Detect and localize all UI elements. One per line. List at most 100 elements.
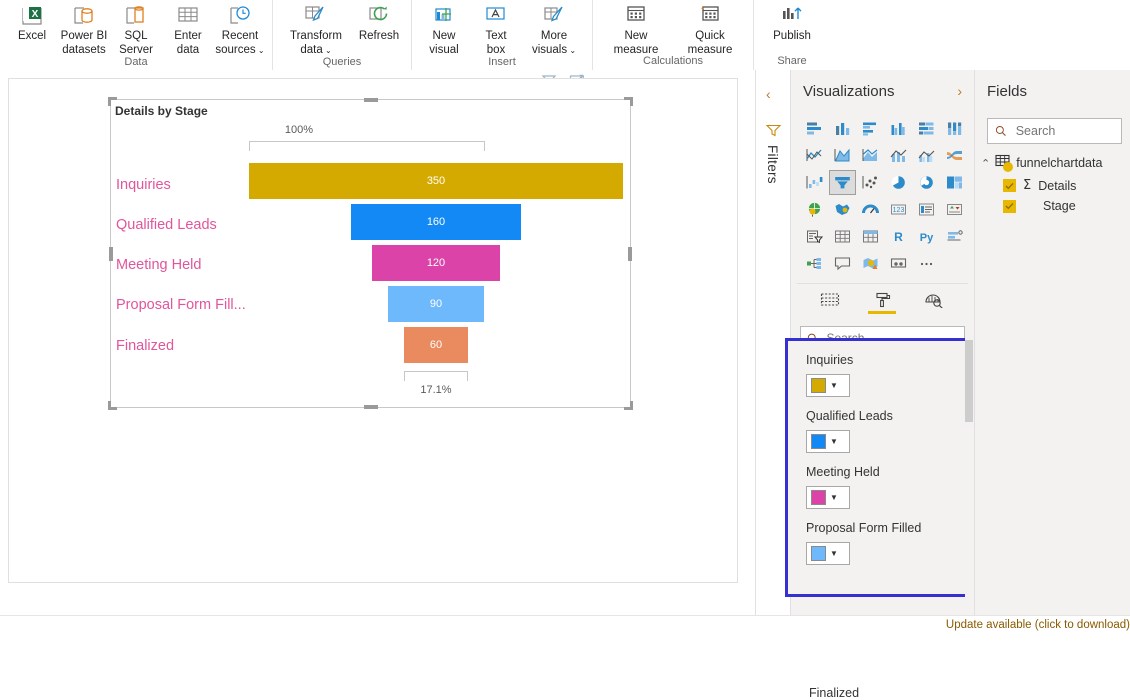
waterfall-chart-icon[interactable] — [801, 170, 828, 195]
update-available-link[interactable]: Update available (click to download) — [946, 619, 1130, 631]
funnel-bar-3[interactable]: 90 — [388, 286, 484, 322]
canvas-area[interactable]: Details by Stage 100% Inquiries Qualifie… — [0, 70, 755, 615]
new-measure-button[interactable]: New measure — [599, 1, 673, 56]
more-visuals-ellipsis-icon[interactable] — [913, 251, 940, 276]
color-picker-meeting-held[interactable]: ▼ — [806, 486, 850, 509]
chevron-down-icon[interactable]: ⌄ — [323, 46, 332, 55]
r-script-visual-icon[interactable]: R — [885, 224, 912, 249]
funnel-bar-1[interactable]: 160 — [351, 204, 521, 240]
kpi-icon[interactable] — [941, 197, 968, 222]
refresh-button[interactable]: Refresh — [353, 1, 405, 55]
more-visuals-button[interactable]: More visuals ⌄ — [522, 1, 586, 57]
sql-server-button[interactable]: SQL Server — [110, 1, 162, 56]
funnel-chart-icon[interactable] — [829, 170, 856, 195]
report-page[interactable]: Details by Stage 100% Inquiries Qualifie… — [8, 78, 738, 583]
clustered-bar-chart-icon[interactable] — [857, 116, 884, 141]
format-pane-scroll-thumb[interactable] — [965, 340, 973, 422]
line-clustered-column-chart-icon[interactable] — [913, 143, 940, 168]
color-picker-qualified-leads[interactable]: ▼ — [806, 430, 850, 453]
pie-chart-icon[interactable] — [885, 170, 912, 195]
chevron-down-icon[interactable]: ⌄ — [567, 46, 576, 55]
enter-data-button[interactable]: Enter data — [162, 1, 214, 56]
transform-data-button[interactable]: Transform data ⌄ — [279, 1, 353, 57]
field-checkbox-stage[interactable] — [1003, 199, 1016, 213]
table-icon[interactable] — [829, 224, 856, 249]
card-icon[interactable]: 123 — [885, 197, 912, 222]
chevron-down-icon[interactable]: ▼ — [830, 549, 838, 558]
data-colors-section[interactable]: Inquiries ▼ Qualified Leads ▼ Meeting He… — [785, 338, 969, 597]
line-chart-icon[interactable] — [801, 143, 828, 168]
funnel-bar-2[interactable]: 120 — [372, 245, 500, 281]
new-visual-button[interactable]: New visual — [418, 1, 470, 56]
matrix-icon[interactable] — [857, 224, 884, 249]
100-stacked-column-chart-icon[interactable] — [941, 116, 968, 141]
format-pane-scrollbar[interactable] — [965, 332, 973, 602]
area-chart-icon[interactable] — [829, 143, 856, 168]
table-icon — [995, 154, 1014, 172]
treemap-icon[interactable] — [941, 170, 968, 195]
funnel-bar-4[interactable]: 60 — [404, 327, 468, 363]
chevron-up-icon[interactable]: ⌃ — [981, 157, 990, 170]
slicer-icon[interactable] — [801, 224, 828, 249]
chevron-down-icon[interactable]: ▼ — [830, 381, 838, 390]
status-bar: Update available (click to download) — [0, 615, 1130, 635]
chevron-left-icon[interactable]: ‹ — [766, 86, 771, 102]
text-box-button[interactable]: Text box — [470, 1, 522, 56]
fields-tab[interactable] — [815, 292, 845, 318]
fields-pane[interactable]: Fields ⌃ funnelchartdata Σ Details Stage — [975, 70, 1130, 615]
decomposition-tree-icon[interactable] — [801, 251, 828, 276]
gauge-icon[interactable] — [857, 197, 884, 222]
stacked-area-chart-icon[interactable] — [857, 143, 884, 168]
paginated-report-icon[interactable] — [885, 251, 912, 276]
qa-visual-icon[interactable] — [829, 251, 856, 276]
arcgis-map-icon[interactable] — [857, 251, 884, 276]
color-picker-proposal-form-filled[interactable]: ▼ — [806, 542, 850, 565]
resize-handle-ne[interactable] — [624, 97, 633, 106]
field-item-stage[interactable]: Stage — [975, 193, 1130, 213]
stacked-bar-chart-icon[interactable] — [801, 116, 828, 141]
100-stacked-bar-chart-icon[interactable] — [913, 116, 940, 141]
recent-sources-label-1: Recent — [221, 30, 259, 42]
scatter-chart-icon[interactable] — [857, 170, 884, 195]
powerbi-datasets-button[interactable]: Power BI datasets — [58, 1, 110, 56]
visualizations-pane[interactable]: Visualizations › 123 R Py Search Inquiri… — [785, 70, 975, 700]
filters-label[interactable]: Filters — [765, 145, 780, 184]
format-tab[interactable] — [867, 292, 897, 318]
analytics-tab[interactable] — [919, 292, 949, 318]
quick-measure-button[interactable]: Quick measure — [673, 1, 747, 56]
python-visual-icon[interactable]: Py — [913, 224, 940, 249]
fields-search-input[interactable] — [1013, 123, 1114, 139]
ribbon-chart-icon[interactable] — [941, 143, 968, 168]
transform-data-label-2-text: data — [300, 43, 323, 56]
filled-map-icon[interactable] — [829, 197, 856, 222]
chevron-down-icon[interactable]: ⌄ — [256, 46, 265, 55]
filter-funnel-icon[interactable] — [765, 122, 782, 141]
fields-search-box[interactable] — [987, 118, 1122, 144]
excel-button[interactable]: X Excel — [6, 1, 58, 55]
transform-data-label-1: Transform — [290, 30, 342, 42]
chevron-right-icon[interactable]: › — [957, 83, 962, 99]
visual-type-grid[interactable]: 123 R Py — [791, 112, 974, 278]
funnel-plot[interactable]: 100% Inquiries Qualified Leads Meeting H… — [111, 122, 632, 409]
multi-row-card-icon[interactable] — [913, 197, 940, 222]
sql-server-label-2: Server — [119, 43, 153, 56]
chevron-down-icon[interactable]: ▼ — [830, 437, 838, 446]
line-stacked-column-chart-icon[interactable] — [885, 143, 912, 168]
donut-chart-icon[interactable] — [913, 170, 940, 195]
recent-sources-button[interactable]: Recent sources ⌄ — [214, 1, 266, 57]
publish-button[interactable]: Publish — [760, 1, 824, 55]
resize-handle-n[interactable] — [363, 98, 378, 102]
field-checkbox-details[interactable] — [1003, 179, 1016, 192]
visualizations-header: Visualizations › — [791, 70, 974, 112]
color-picker-inquiries[interactable]: ▼ — [806, 374, 850, 397]
chevron-down-icon[interactable]: ▼ — [830, 493, 838, 502]
stacked-column-chart-icon[interactable] — [829, 116, 856, 141]
field-item-details[interactable]: Σ Details — [975, 172, 1130, 193]
funnel-chart-visual[interactable]: Details by Stage 100% Inquiries Qualifie… — [108, 97, 633, 410]
key-influencers-icon[interactable] — [941, 224, 968, 249]
funnel-bar-0[interactable]: 350 — [249, 163, 623, 199]
fields-table-funnelchartdata[interactable]: ⌃ funnelchartdata — [975, 144, 1130, 172]
visualization-pane-tabs[interactable] — [797, 283, 968, 318]
map-icon[interactable] — [801, 197, 828, 222]
clustered-column-chart-icon[interactable] — [885, 116, 912, 141]
